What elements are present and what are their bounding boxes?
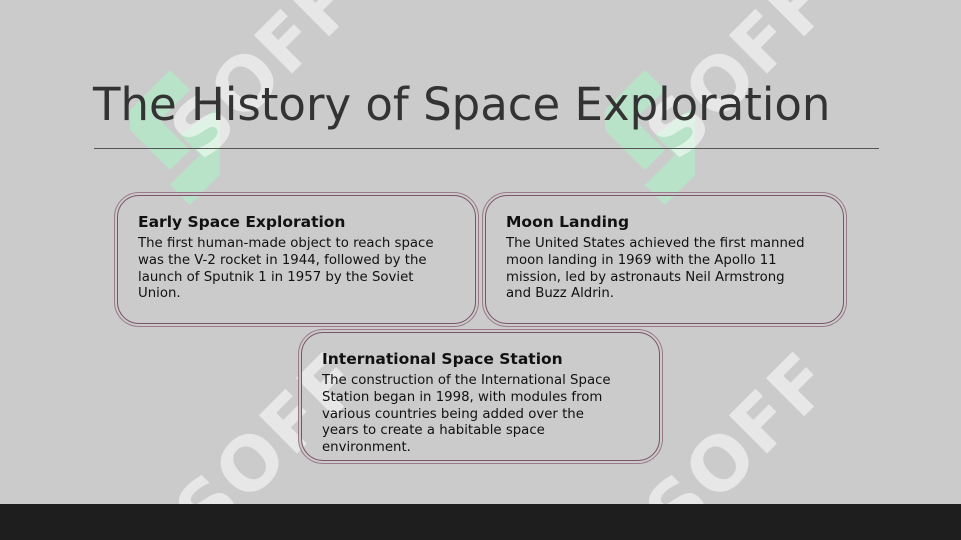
card-text-line: launch of Sputnik 1 in 1957 by the Sovie… xyxy=(138,269,414,285)
card-text-line: The United States achieved the first man… xyxy=(506,236,805,251)
card-text: The first human-made object to reach spa… xyxy=(138,236,434,303)
card-text-line: various countries being added over the xyxy=(322,406,584,422)
card-text-line: environment. xyxy=(322,440,411,456)
card-text: The United States achieved the first man… xyxy=(506,236,805,303)
card-text-line: The first human-made object to reach spa… xyxy=(138,236,434,251)
card-international-space-station: International Space Station The construc… xyxy=(301,332,660,461)
card-heading: Early Space Exploration xyxy=(138,213,346,231)
card-text-line: years to create a habitable space xyxy=(322,423,545,439)
card-text-line: The construction of the International Sp… xyxy=(322,373,611,388)
card-text-line: Station began in 1998, with modules from xyxy=(322,389,603,405)
card-text-line: mission, led by astronauts Neil Armstron… xyxy=(506,269,785,285)
card-text-line: moon landing in 1969 with the Apollo 11 xyxy=(506,252,777,268)
card-heading: Moon Landing xyxy=(506,213,630,231)
card-early-space-exploration: Early Space Exploration The first human-… xyxy=(117,195,476,324)
slide: SOFF SOFF SOFF SOFF The History of Space… xyxy=(0,0,961,540)
card-text-line: was the V-2 rocket in 1944, followed by … xyxy=(138,252,427,268)
card-heading: International Space Station xyxy=(322,350,563,368)
footer-bar xyxy=(0,504,961,540)
card-text-line: Union. xyxy=(138,286,181,302)
card-text-line: and Buzz Aldrin. xyxy=(506,286,615,302)
title-divider xyxy=(94,148,879,149)
card-moon-landing: Moon Landing The United States achieved … xyxy=(485,195,844,324)
card-text: The construction of the International Sp… xyxy=(322,373,611,457)
slide-title: The History of Space Exploration xyxy=(93,78,831,131)
watermark-bottom-right: SOFF xyxy=(629,336,850,540)
